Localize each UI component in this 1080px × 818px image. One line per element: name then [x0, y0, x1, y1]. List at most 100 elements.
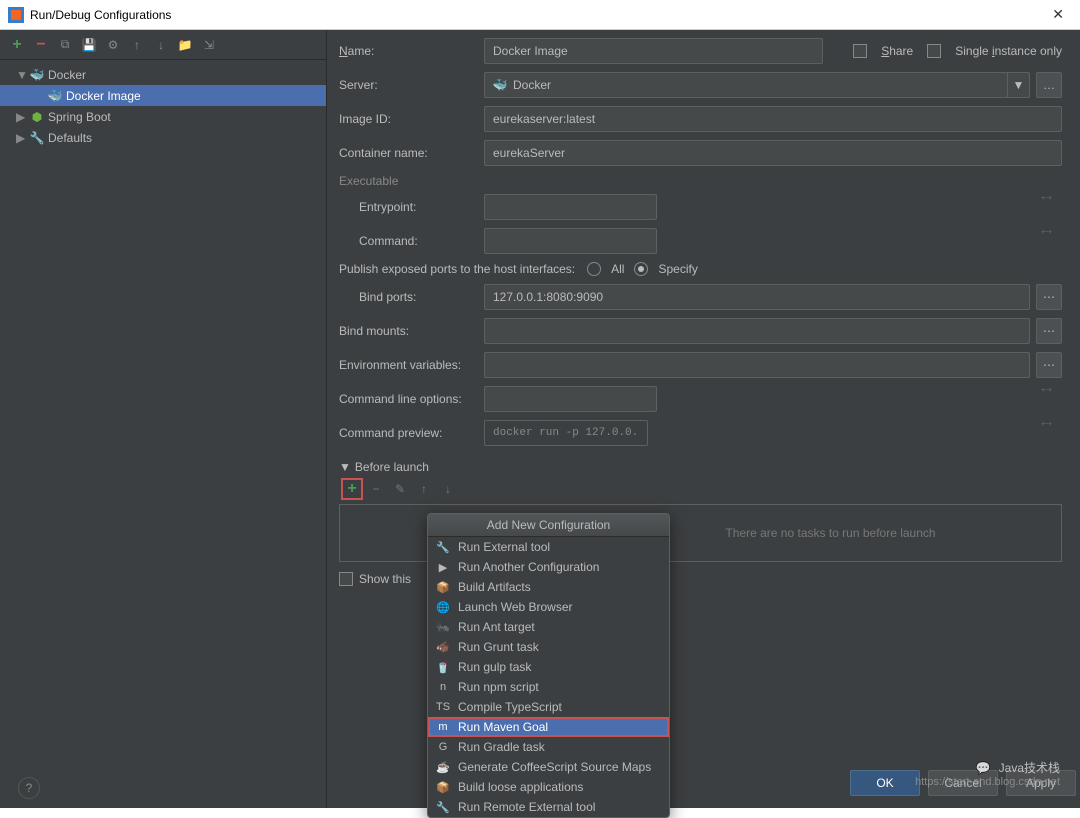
settings-button[interactable]: ⚙ [104, 36, 122, 54]
save-config-button[interactable]: 💾 [80, 36, 98, 54]
env-vars-browse-button[interactable]: ⋯ [1036, 352, 1062, 378]
container-name-field[interactable] [484, 140, 1062, 166]
tree-label: Docker [48, 68, 86, 82]
popup-item-icon: G [436, 740, 450, 754]
env-vars-field[interactable] [484, 352, 1030, 378]
add-task-button[interactable]: + [341, 478, 363, 500]
cancel-button[interactable]: Cancel [928, 770, 998, 796]
remove-config-button[interactable]: − [32, 36, 50, 54]
expand-icon[interactable]: ⤢ [1031, 417, 1062, 448]
show-page-checkbox[interactable] [339, 572, 353, 586]
container-name-label: Container name: [339, 146, 484, 160]
popup-item-label: Build Artifacts [458, 580, 531, 594]
executable-section-label: Executable [339, 174, 1062, 188]
expand-icon[interactable]: ⤢ [1031, 225, 1062, 256]
popup-item-7[interactable]: nRun npm script [428, 677, 669, 697]
before-launch-header[interactable]: ▼ Before launch [339, 460, 1062, 474]
popup-item-1[interactable]: ▶Run Another Configuration [428, 557, 669, 577]
expand-arrow-icon: ▼ [16, 68, 26, 82]
folder-button[interactable]: 📁 [176, 36, 194, 54]
close-button[interactable]: ✕ [1044, 2, 1072, 27]
popup-item-3[interactable]: 🌐Launch Web Browser [428, 597, 669, 617]
popup-item-label: Run External tool [458, 540, 550, 554]
show-page-label: Show this [359, 572, 411, 586]
remove-task-button[interactable]: − [365, 478, 387, 500]
share-label: Share [881, 44, 913, 58]
apply-button[interactable]: Apply [1006, 770, 1076, 796]
sidebar: + − ⧉ 💾 ⚙ ↑ ↓ 📁 ⇲ ▼ 🐳 Docker 🐳 Docker Im… [0, 30, 327, 808]
move-task-down-button[interactable]: ↓ [437, 478, 459, 500]
entrypoint-field[interactable] [484, 194, 657, 220]
server-value: Docker [513, 78, 551, 92]
popup-item-label: Build loose applications [458, 780, 583, 794]
copy-config-button[interactable]: ⧉ [56, 36, 74, 54]
image-id-field[interactable] [484, 106, 1062, 132]
ok-button[interactable]: OK [850, 770, 920, 796]
cmd-options-field[interactable] [484, 386, 657, 412]
move-up-button[interactable]: ↑ [128, 36, 146, 54]
name-field[interactable] [484, 38, 823, 64]
share-checkbox[interactable] [853, 44, 867, 58]
spring-icon: ⬢ [30, 110, 44, 124]
tree-item-docker-image[interactable]: 🐳 Docker Image [0, 85, 326, 106]
preview-field [484, 420, 648, 446]
popup-item-icon: ☕ [436, 760, 450, 774]
server-dropdown[interactable]: 🐳 Docker ▼ [484, 72, 1030, 98]
popup-item-11[interactable]: ☕ Generate CoffeeScript Source Maps [428, 757, 669, 777]
bind-mounts-field[interactable] [484, 318, 1030, 344]
popup-item-12[interactable]: 📦 Build loose applications [428, 777, 669, 797]
popup-item-icon: 🐗 [436, 640, 450, 654]
entrypoint-label: Entrypoint: [339, 200, 484, 214]
popup-item-label: Run Maven Goal [458, 720, 548, 734]
popup-item-8[interactable]: TSCompile TypeScript [428, 697, 669, 717]
popup-item-icon: TS [436, 700, 450, 714]
popup-item-9[interactable]: mRun Maven Goal [428, 717, 669, 737]
popup-item-10[interactable]: G Run Gradle task [428, 737, 669, 757]
popup-title: Add New Configuration [428, 514, 669, 537]
popup-item-0[interactable]: 🔧Run External tool [428, 537, 669, 557]
expand-arrow-icon: ▶ [16, 131, 26, 145]
bind-mounts-label: Bind mounts: [339, 324, 484, 338]
popup-item-label: Run Ant target [458, 620, 535, 634]
expand-icon[interactable]: ⤢ [1031, 383, 1062, 414]
expand-icon[interactable]: ⤢ [1031, 191, 1062, 222]
popup-item-5[interactable]: 🐗 Run Grunt task [428, 637, 669, 657]
help-button[interactable]: ? [18, 777, 40, 799]
popup-item-label: Run gulp task [458, 660, 531, 674]
popup-item-icon: 📦 [436, 780, 450, 794]
bind-mounts-browse-button[interactable]: ⋯ [1036, 318, 1062, 344]
all-radio[interactable] [587, 262, 601, 276]
specify-radio[interactable] [634, 262, 648, 276]
popup-item-label: Run npm script [458, 680, 539, 694]
server-browse-button[interactable]: … [1036, 72, 1062, 98]
tree-item-spring-boot[interactable]: ▶ ⬢ Spring Boot [0, 106, 326, 127]
add-config-button[interactable]: + [8, 36, 26, 54]
docker-icon: 🐳 [493, 78, 507, 92]
bind-ports-label: Bind ports: [339, 290, 484, 304]
move-task-up-button[interactable]: ↑ [413, 478, 435, 500]
command-field[interactable] [484, 228, 657, 254]
env-vars-label: Environment variables: [339, 358, 484, 372]
popup-item-13[interactable]: 🔧Run Remote External tool [428, 797, 669, 817]
popup-item-label: Generate CoffeeScript Source Maps [458, 760, 651, 774]
preview-label: Command preview: [339, 426, 484, 440]
popup-item-icon: 📦 [436, 580, 450, 594]
popup-item-icon: 🌐 [436, 600, 450, 614]
tree-item-docker[interactable]: ▼ 🐳 Docker [0, 64, 326, 85]
bind-ports-field[interactable] [484, 284, 1030, 310]
tree-label: Spring Boot [48, 110, 111, 124]
popup-item-icon: 🔧 [436, 800, 450, 814]
popup-item-4[interactable]: 🐜Run Ant target [428, 617, 669, 637]
collapse-button[interactable]: ⇲ [200, 36, 218, 54]
tree-item-defaults[interactable]: ▶ 🔧 Defaults [0, 127, 326, 148]
bind-ports-browse-button[interactable]: ⋯ [1036, 284, 1062, 310]
before-launch-label: Before launch [355, 460, 429, 474]
edit-task-button[interactable]: ✎ [389, 478, 411, 500]
single-instance-checkbox[interactable] [927, 44, 941, 58]
popup-item-6[interactable]: 🥤Run gulp task [428, 657, 669, 677]
move-down-button[interactable]: ↓ [152, 36, 170, 54]
command-label: Command: [339, 234, 484, 248]
popup-item-label: Run Grunt task [458, 640, 539, 654]
popup-item-label: Run Gradle task [458, 740, 545, 754]
popup-item-2[interactable]: 📦 Build Artifacts [428, 577, 669, 597]
